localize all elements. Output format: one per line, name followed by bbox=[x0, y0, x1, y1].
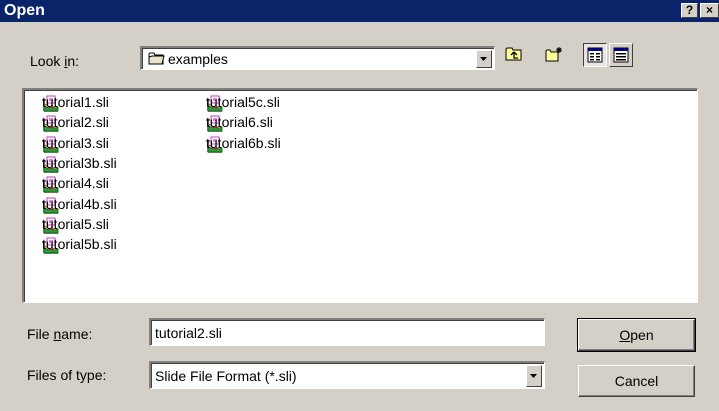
up-folder-icon bbox=[505, 47, 522, 61]
file-name-field[interactable]: tutorial2.sli bbox=[149, 318, 545, 346]
open-button[interactable]: Open bbox=[577, 318, 696, 352]
window-title: Open bbox=[4, 2, 45, 19]
list-view-button[interactable] bbox=[583, 43, 607, 67]
file-name: tutorial6b.sli bbox=[206, 134, 281, 151]
create-new-folder-button[interactable] bbox=[542, 43, 566, 67]
look-in-label-text: Look bbox=[30, 53, 65, 69]
file-name-label-rest: ame: bbox=[61, 326, 93, 342]
title-bar: Open ? × bbox=[0, 0, 719, 22]
details-view-icon bbox=[613, 47, 629, 63]
file-type-label: Files of type: bbox=[27, 367, 107, 383]
look-in-dropdown-button[interactable] bbox=[476, 50, 492, 68]
file-name: tutorial5.sli bbox=[42, 215, 109, 232]
file-name: tutorial4b.sli bbox=[42, 195, 117, 212]
new-folder-icon bbox=[545, 47, 562, 62]
file-name: tutorial5b.sli bbox=[42, 236, 117, 253]
file-name: tutorial1.sli bbox=[42, 94, 109, 110]
file-list[interactable]: tutorial1.sli tutorial2.sli tutorial3.sli t… bbox=[22, 88, 698, 303]
chevron-down-icon bbox=[480, 57, 487, 61]
close-button[interactable]: × bbox=[700, 3, 719, 18]
up-one-level-button[interactable] bbox=[502, 43, 526, 67]
file-name-label-text: File bbox=[27, 326, 54, 342]
file-name-value: tutorial2.sli bbox=[155, 325, 222, 341]
file-name: tutorial6.sli bbox=[206, 114, 273, 131]
details-view-button[interactable] bbox=[609, 43, 633, 67]
file-type-combo[interactable]: Slide File Format (*.sli) bbox=[149, 361, 545, 389]
file-type-dropdown-button[interactable] bbox=[526, 365, 542, 387]
file-name: tutorial2.sli bbox=[42, 114, 109, 131]
open-button-label: pen bbox=[630, 327, 654, 343]
look-in-label: Look in: bbox=[30, 53, 79, 69]
file-name: tutorial3.sli bbox=[42, 134, 109, 151]
look-in-label-rest: n: bbox=[67, 53, 80, 69]
look-in-combo[interactable]: examples bbox=[140, 46, 495, 70]
file-name: tutorial3b.sli bbox=[42, 154, 117, 171]
file-type-value: Slide File Format (*.sli) bbox=[155, 368, 297, 384]
file-name-label: File name: bbox=[27, 326, 92, 342]
chevron-down-icon bbox=[530, 374, 537, 378]
open-button-key: O bbox=[619, 327, 631, 343]
help-button[interactable]: ? bbox=[681, 3, 698, 18]
folder-icon bbox=[148, 51, 165, 68]
list-view-icon bbox=[587, 47, 603, 63]
file-name: tutorial5c.sli bbox=[206, 94, 280, 110]
cancel-button[interactable]: Cancel bbox=[578, 365, 695, 397]
file-name: tutorial4.sli bbox=[42, 175, 109, 192]
look-in-value: examples bbox=[168, 51, 228, 67]
